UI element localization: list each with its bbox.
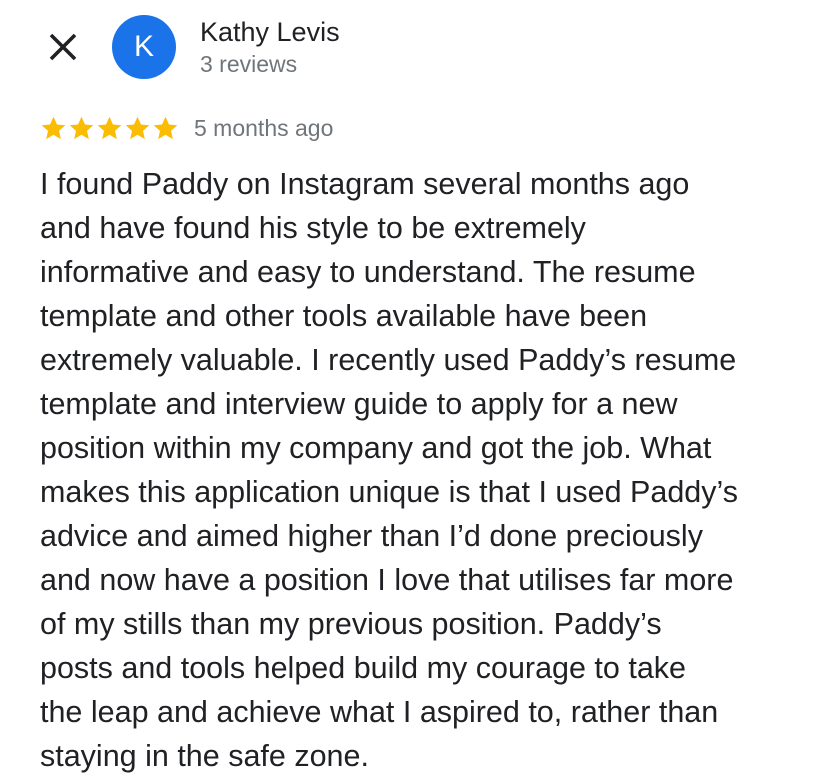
review-text-line: I found Paddy on Instagram several month… [40,167,690,201]
review-text-line: and have found his style to be extremely [40,211,586,245]
rating-row: 5 months ago [40,111,333,145]
star-icon [69,116,94,139]
avatar[interactable]: K [112,15,176,79]
star-icon [97,116,122,139]
review-text-line: and now have a position I love that util… [40,563,734,597]
review-text-line: makes this application unique is that I … [40,475,738,509]
close-button[interactable] [46,30,80,64]
review-text-line: template and interview guide to apply fo… [40,387,678,421]
review-timestamp: 5 months ago [194,115,334,141]
review-text: I found Paddy on Instagram several month… [40,162,810,778]
review-text-line: posts and tools helped build my courage … [40,651,686,685]
star-icon [41,116,66,139]
star-icon [125,116,150,139]
review-text-line: advice and aimed higher than I’d done pr… [40,519,703,553]
review-text-line: of my stills than my previous position. … [40,607,662,641]
review-text-line: informative and easy to understand. The … [40,255,696,289]
star-icon [153,116,178,139]
review-count[interactable]: 3 reviews [200,49,297,79]
close-icon [49,33,77,61]
review-text-line: the leap and achieve what I aspired to, … [40,695,719,729]
review-text-line: staying in the safe zone. [40,739,369,773]
star-rating [40,115,180,142]
reviewer-name[interactable]: Kathy Levis [200,14,340,50]
review-text-line: extremely valuable. I recently used Padd… [40,343,737,377]
review-text-line: position within my company and got the j… [40,431,712,465]
review-text-line: template and other tools available have … [40,299,648,333]
